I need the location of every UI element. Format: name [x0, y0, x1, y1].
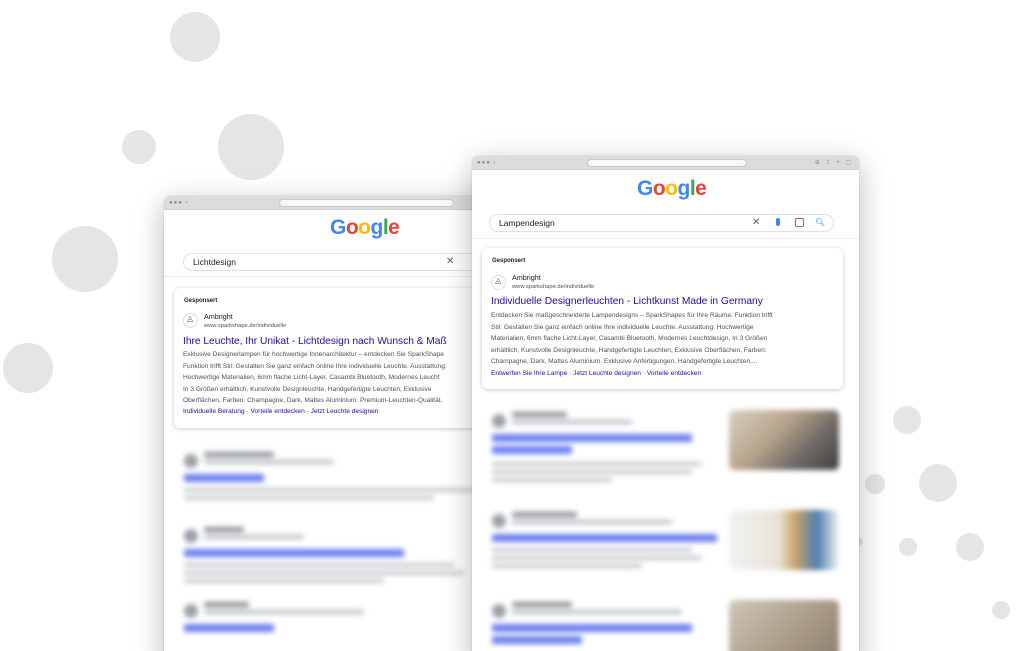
divider [164, 276, 509, 277]
clear-icon[interactable]: ✕ [446, 254, 454, 270]
browser-toolbar: ●●● ‹ [164, 196, 509, 210]
result-thumbnail [729, 600, 839, 651]
display-url[interactable]: www.sparkshape.de/individuelle [204, 323, 286, 329]
organic-result [164, 521, 509, 596]
decor-bubble [992, 601, 1010, 619]
blurred-organic-results [164, 446, 509, 651]
window-controls-icon[interactable]: ●●● ‹ [477, 160, 497, 166]
advertiser-name[interactable]: Ambright [204, 312, 233, 321]
display-url[interactable]: www.sparkshape.de/individuelle [512, 284, 594, 290]
google-logo: Google [637, 177, 707, 200]
browser-toolbar: ●●● ‹ ⊕ ⇪ + ▢ [472, 156, 859, 170]
ad-headline-link[interactable]: Ihre Leuchte, Ihr Unikat - Lichtdesign n… [183, 336, 447, 347]
sitelink[interactable]: Vorteile entdecken [647, 370, 701, 377]
decor-bubble [170, 12, 220, 62]
search-query: Lampendesign [499, 218, 555, 228]
sitelink[interactable]: Entwerfen Sie Ihre Lampe [491, 370, 567, 377]
search-query: Lichtdesign [193, 257, 237, 267]
decor-bubble [52, 226, 118, 292]
google-lens-icon[interactable] [795, 218, 804, 227]
sitelink[interactable]: Jetzt Leuchte designen [311, 408, 379, 415]
sitelinks: Entwerfen Sie Ihre Lampe · Jetzt Leuchte… [491, 370, 702, 377]
decor-bubble [218, 114, 284, 180]
blurred-organic-results [472, 406, 859, 651]
result-thumbnail [729, 410, 839, 470]
microphone-icon[interactable] [776, 218, 780, 226]
search-input[interactable]: Lampendesign ✕ 🔍︎ [489, 214, 834, 232]
sitelink[interactable]: Vorteile entdecken [250, 408, 304, 415]
sitelink[interactable]: Individuelle Beratung [183, 408, 245, 415]
sitelink[interactable]: Jetzt Leuchte designen [573, 370, 641, 377]
decor-bubble [3, 343, 53, 393]
decor-bubble [956, 533, 984, 561]
decor-bubble [122, 130, 156, 164]
advertiser-logo-icon[interactable] [183, 313, 198, 328]
google-logo: Google [330, 216, 400, 239]
organic-result [472, 506, 859, 596]
search-input[interactable]: Lichtdesign ✕ [183, 253, 509, 271]
browser-window-lichtdesign: ●●● ‹ Google Lichtdesign ✕ Gesponsert Am… [164, 196, 509, 651]
clear-icon[interactable]: ✕ [752, 215, 760, 231]
divider [472, 238, 859, 239]
address-bar[interactable] [587, 159, 747, 167]
sponsored-result-card: Gesponsert Ambright www.sparkshape.de/in… [482, 248, 843, 389]
decor-bubble [865, 474, 885, 494]
organic-result [164, 446, 509, 521]
toolbar-actions-icon[interactable]: ⊕ ⇪ + ▢ [815, 159, 853, 167]
address-bar[interactable] [279, 199, 454, 207]
ad-headline-link[interactable]: Individuelle Designerleuchten - Lichtkun… [491, 296, 763, 307]
window-controls-icon[interactable]: ●●● ‹ [169, 200, 189, 206]
result-thumbnail [729, 510, 839, 570]
sitelinks: Individuelle Beratung · Vorteile entdeck… [183, 408, 379, 415]
organic-result [164, 596, 509, 651]
advertiser-name[interactable]: Ambright [512, 273, 541, 282]
decor-bubble [919, 464, 957, 502]
ad-description: Exklusive Designerlampen für hochwertige… [183, 351, 447, 405]
decor-bubble [899, 538, 917, 556]
search-icon[interactable]: 🔍︎ [815, 215, 825, 231]
sponsored-result-card: Gesponsert Ambright www.sparkshape.de/in… [174, 288, 509, 428]
decor-bubble [893, 406, 921, 434]
organic-result [472, 406, 859, 506]
sponsored-label: Gesponsert [492, 258, 526, 264]
organic-result [472, 596, 859, 651]
browser-window-lampendesign: ●●● ‹ ⊕ ⇪ + ▢ Google Lampendesign ✕ 🔍︎ G… [472, 156, 859, 651]
ad-description: Entdecken Sie maßgeschneiderte Lampendes… [491, 312, 773, 366]
sponsored-label: Gesponsert [184, 298, 218, 304]
advertiser-logo-icon[interactable] [491, 275, 506, 290]
